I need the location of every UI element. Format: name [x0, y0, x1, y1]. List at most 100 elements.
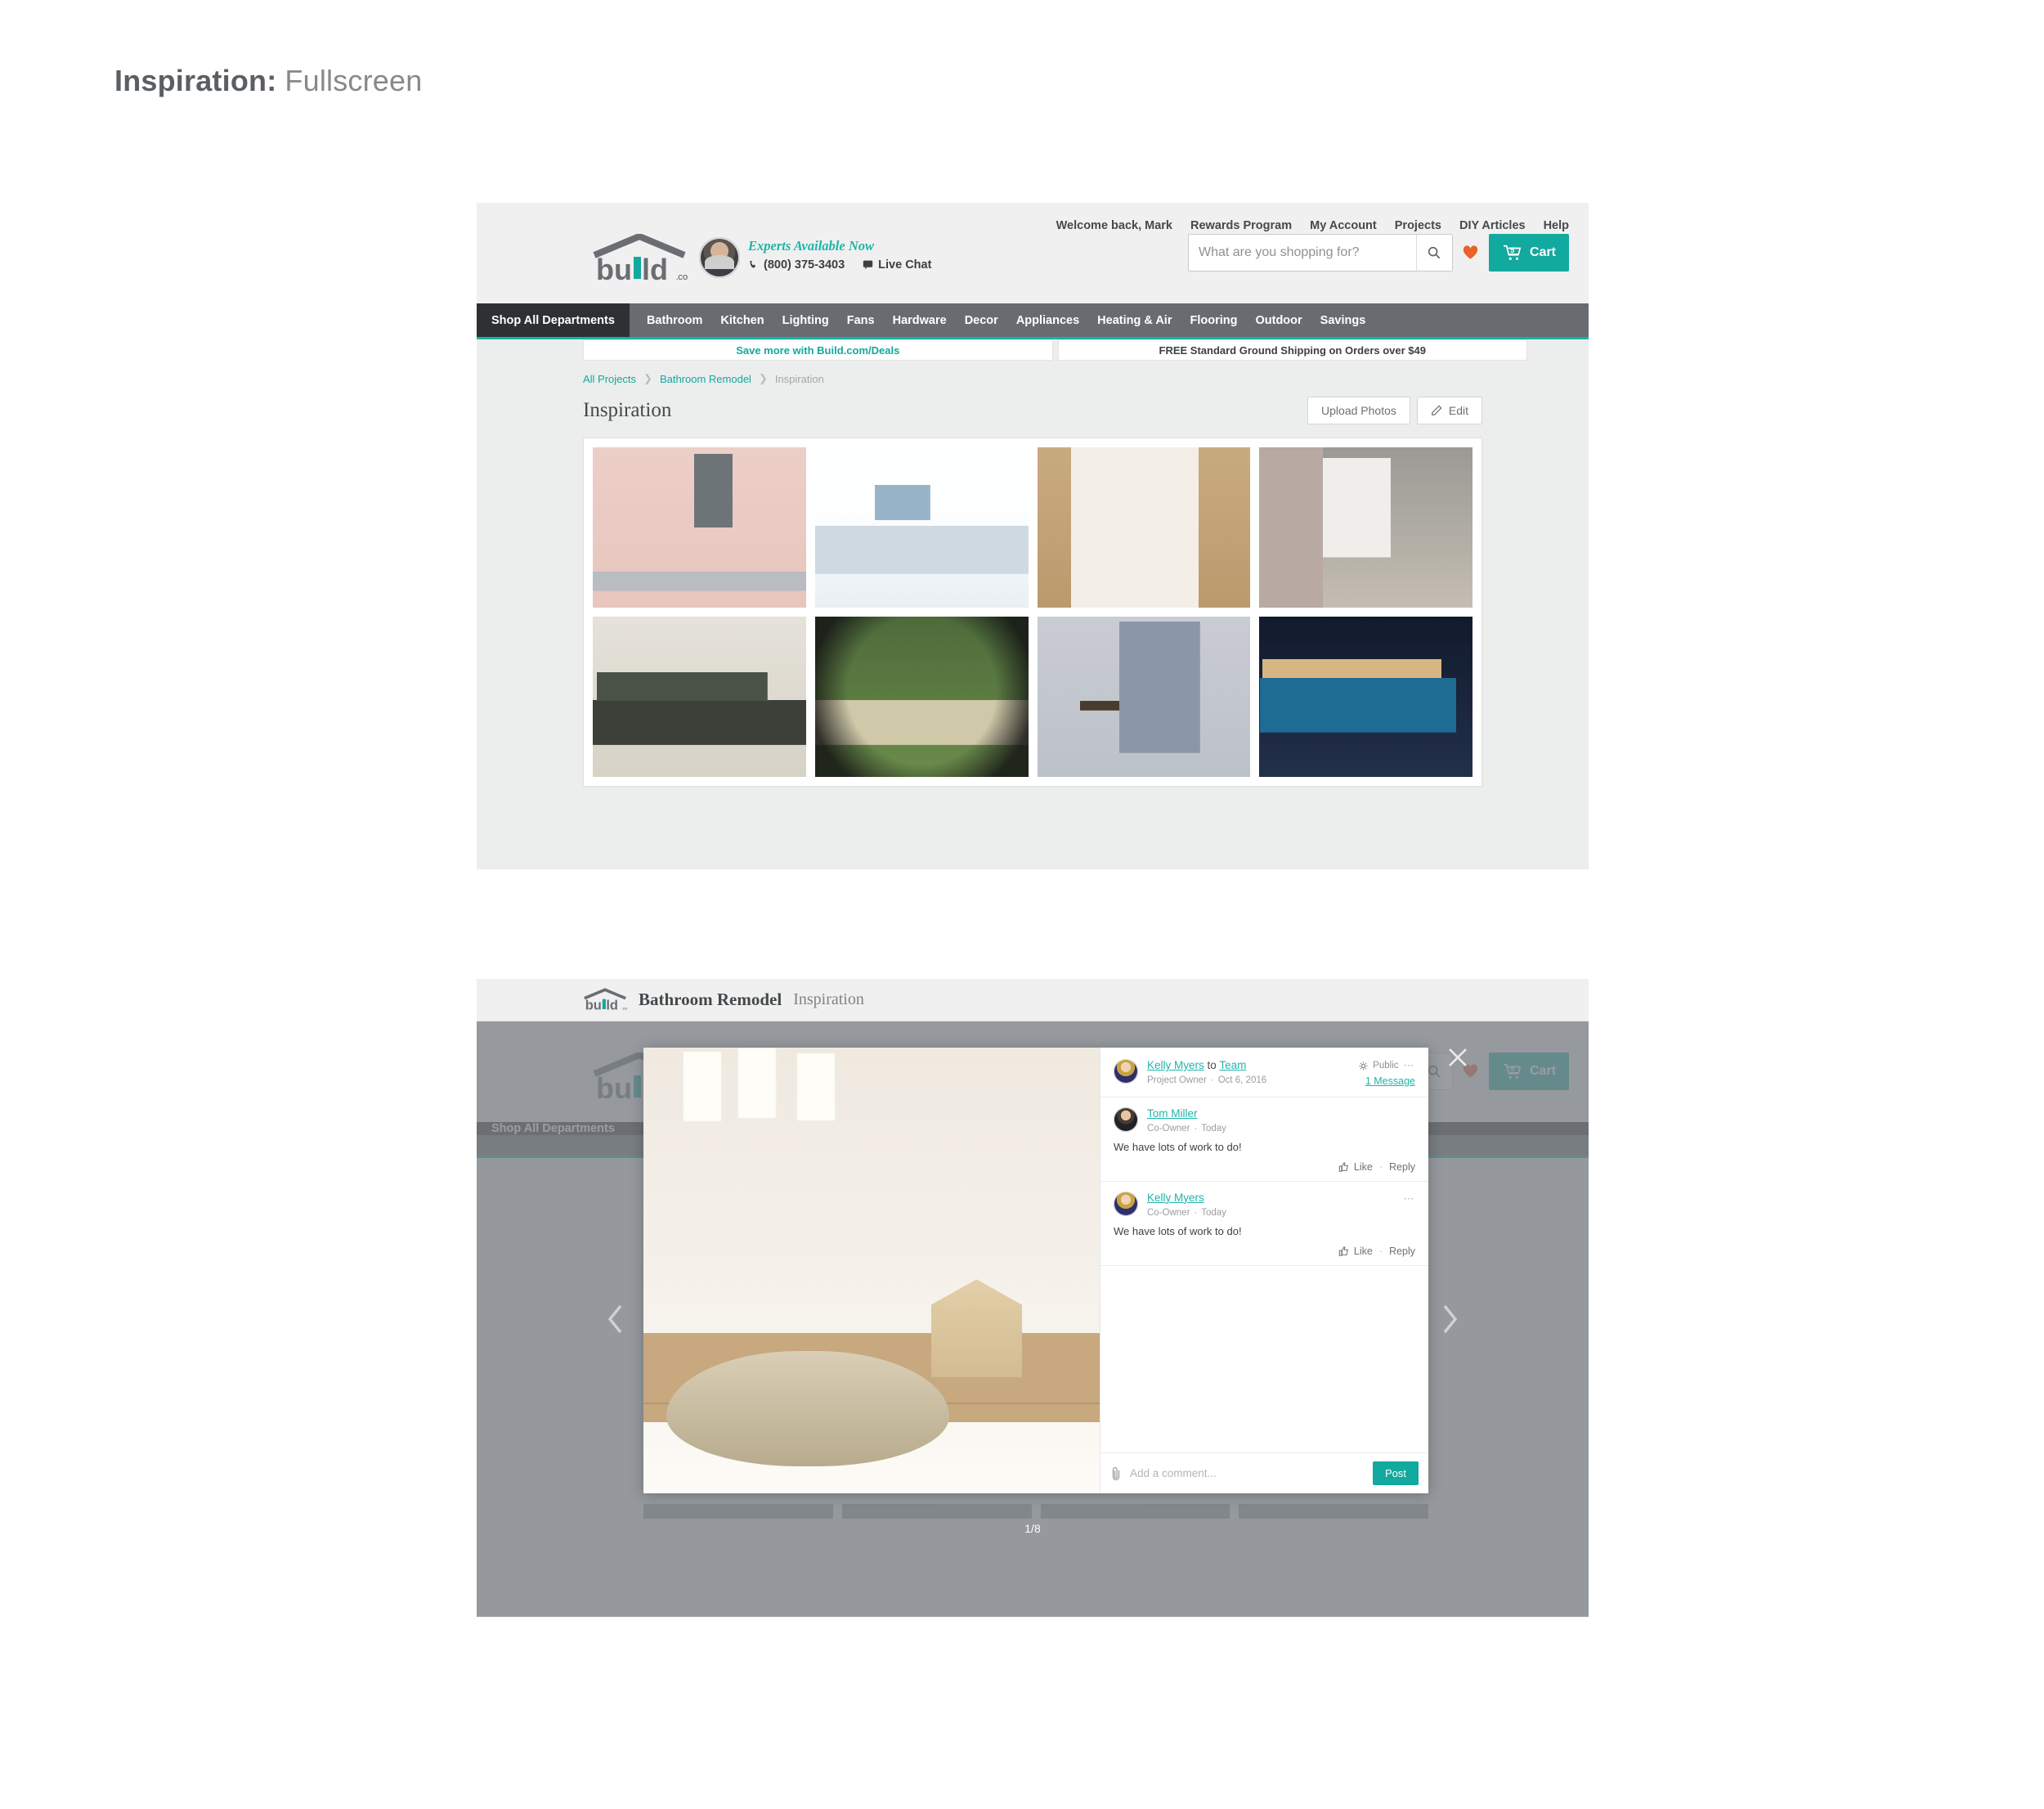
page-title-label: Inspiration:: [114, 64, 277, 97]
cart-button[interactable]: 5 Cart: [1488, 234, 1569, 272]
gear-icon: [1359, 1061, 1368, 1071]
gallery-photo[interactable]: [593, 617, 806, 777]
page-actions: Upload Photos Edit: [1307, 397, 1482, 424]
cart-count-text: 5: [1510, 246, 1514, 254]
chandelier-decoration: [679, 1048, 890, 1164]
nav-item-heating-air[interactable]: Heating & Air: [1088, 314, 1181, 327]
inspiration-heading: Inspiration: [583, 399, 672, 421]
gallery-photo[interactable]: [1259, 617, 1472, 777]
breadcrumb: All Projects ❯ Bathroom Remodel ❯ Inspir…: [477, 361, 1589, 385]
thumbnail-item[interactable]: [1040, 1504, 1230, 1519]
photo-grid: [593, 447, 1472, 777]
nav-item-savings[interactable]: Savings: [1311, 314, 1375, 327]
utility-nav-diy[interactable]: DIY Articles: [1459, 219, 1526, 232]
utility-nav-rewards[interactable]: Rewards Program: [1190, 219, 1292, 232]
fullscreen-section-name: Inspiration: [793, 990, 864, 1008]
thread-author-link[interactable]: Kelly Myers: [1147, 1059, 1204, 1071]
cart-label: Cart: [1529, 245, 1556, 259]
nav-item-hardware[interactable]: Hardware: [884, 314, 956, 327]
thumbs-up-icon: [1338, 1161, 1348, 1172]
nav-item-appliances[interactable]: Appliances: [1007, 314, 1088, 327]
gallery-photo[interactable]: [814, 617, 1029, 777]
nav-item-flooring[interactable]: Flooring: [1181, 314, 1246, 327]
comment-text: We have lots of work to do!: [1114, 1224, 1242, 1237]
lightbox-photo[interactable]: [643, 1048, 1100, 1493]
utility-nav-account[interactable]: My Account: [1310, 219, 1377, 232]
like-label: Like: [1353, 1245, 1373, 1257]
gallery-photo[interactable]: [1037, 447, 1251, 608]
close-lightbox-button[interactable]: [1441, 1041, 1474, 1074]
post-comment-button[interactable]: Post: [1372, 1461, 1419, 1485]
phone-icon: [750, 261, 755, 269]
experts-available-label: Experts Available Now: [748, 238, 874, 254]
utility-nav-projects[interactable]: Projects: [1395, 219, 1441, 232]
reply-button[interactable]: Reply: [1389, 1246, 1415, 1257]
comment-author-link[interactable]: Kelly Myers: [1147, 1192, 1204, 1204]
reply-label: Reply: [1389, 1160, 1415, 1173]
breadcrumb-bathroom-remodel[interactable]: Bathroom Remodel: [660, 373, 751, 385]
search-button[interactable]: [1415, 235, 1452, 271]
pencil-icon: [1432, 405, 1442, 415]
build-logo[interactable]: bu ld .COM: [591, 234, 688, 285]
phone-number[interactable]: (800) 375-3403: [764, 258, 845, 272]
thread-visibility-label: Public: [1373, 1061, 1399, 1071]
breadcrumb-current: Inspiration: [774, 372, 824, 385]
gallery-photo[interactable]: [593, 447, 806, 608]
thread-date: Oct 6, 2016: [1217, 1075, 1267, 1085]
like-label: Like: [1353, 1160, 1373, 1173]
avatar: [1114, 1107, 1138, 1132]
edit-button[interactable]: Edit: [1416, 397, 1482, 424]
nav-item-decor[interactable]: Decor: [956, 314, 1007, 327]
promo-deals[interactable]: Save more with Build.com/Deals: [583, 339, 1053, 361]
reply-button[interactable]: Reply: [1389, 1161, 1415, 1173]
more-options-icon[interactable]: ⋯: [1404, 1059, 1416, 1072]
nav-item-outdoor[interactable]: Outdoor: [1246, 314, 1311, 327]
thread-visibility[interactable]: Public ⋯: [1359, 1059, 1415, 1072]
nav-item-lighting[interactable]: Lighting: [773, 314, 838, 327]
paperclip-icon[interactable]: [1110, 1466, 1122, 1481]
thumbnail-strip[interactable]: [643, 1504, 1428, 1519]
like-button[interactable]: Like: [1338, 1161, 1373, 1173]
nav-shop-all-departments[interactable]: Shop All Departments: [477, 303, 630, 337]
svg-text:bu: bu: [596, 253, 632, 285]
more-options-icon[interactable]: ⋯: [1404, 1192, 1416, 1205]
thumbs-up-icon: [1338, 1246, 1348, 1256]
thread-message-count[interactable]: 1 Message: [1359, 1075, 1415, 1087]
breadcrumb-all-projects[interactable]: All Projects: [583, 373, 636, 385]
gallery-photo[interactable]: [814, 447, 1029, 608]
comment-actions: Like · Reply: [1114, 1246, 1415, 1257]
mockup-fullscreen-lightbox: bu ld .COM Bathroom Remodel Inspiration …: [477, 979, 1589, 1617]
prev-photo-button[interactable]: [596, 1300, 635, 1339]
page-title-row: Inspiration Upload Photos Edit: [477, 385, 1589, 424]
like-button[interactable]: Like: [1338, 1246, 1373, 1257]
gallery-photo[interactable]: [1037, 617, 1251, 777]
thumbnail-item[interactable]: [643, 1504, 833, 1519]
upload-photos-button[interactable]: Upload Photos: [1307, 397, 1410, 424]
nav-item-list: Bathroom Kitchen Lighting Fans Hardware …: [630, 303, 1374, 337]
heart-icon: [1464, 245, 1478, 259]
comment-input[interactable]: [1130, 1467, 1365, 1479]
main-nav: Shop All Departments Bathroom Kitchen Li…: [477, 303, 1589, 339]
thread-to-word: to: [1207, 1059, 1217, 1071]
utility-nav-help[interactable]: Help: [1544, 219, 1569, 232]
lightbox-modal: Kelly Myers to Team Project Owner · Oct 6,…: [643, 1048, 1428, 1493]
next-photo-button[interactable]: [1430, 1300, 1469, 1339]
nav-item-fans[interactable]: Fans: [838, 314, 884, 327]
build-logo-icon[interactable]: bu ld .COM: [583, 987, 627, 1012]
favorites-button[interactable]: [1453, 234, 1489, 272]
search-input[interactable]: [1188, 235, 1416, 271]
thread-audience-link[interactable]: Team: [1219, 1059, 1246, 1071]
live-chat-link[interactable]: Live Chat: [878, 258, 931, 272]
nav-item-kitchen[interactable]: Kitchen: [711, 314, 773, 327]
comment-thread-header: Kelly Myers to Team Project Owner · Oct 6,…: [1100, 1048, 1428, 1098]
thumbnail-item[interactable]: [1239, 1504, 1428, 1519]
thumbnail-item[interactable]: [841, 1504, 1032, 1519]
nav-item-bathroom[interactable]: Bathroom: [638, 314, 711, 327]
page-title-value: Fullscreen: [285, 64, 423, 97]
build-logo-icon: bu ld .COM: [593, 234, 688, 285]
comment-meta: Co-Owner · Today: [1147, 1207, 1226, 1218]
search-box[interactable]: [1187, 234, 1453, 272]
gallery-photo[interactable]: [1259, 447, 1472, 608]
reply-label: Reply: [1389, 1245, 1415, 1257]
comment-author-link[interactable]: Tom Miller: [1147, 1107, 1198, 1120]
